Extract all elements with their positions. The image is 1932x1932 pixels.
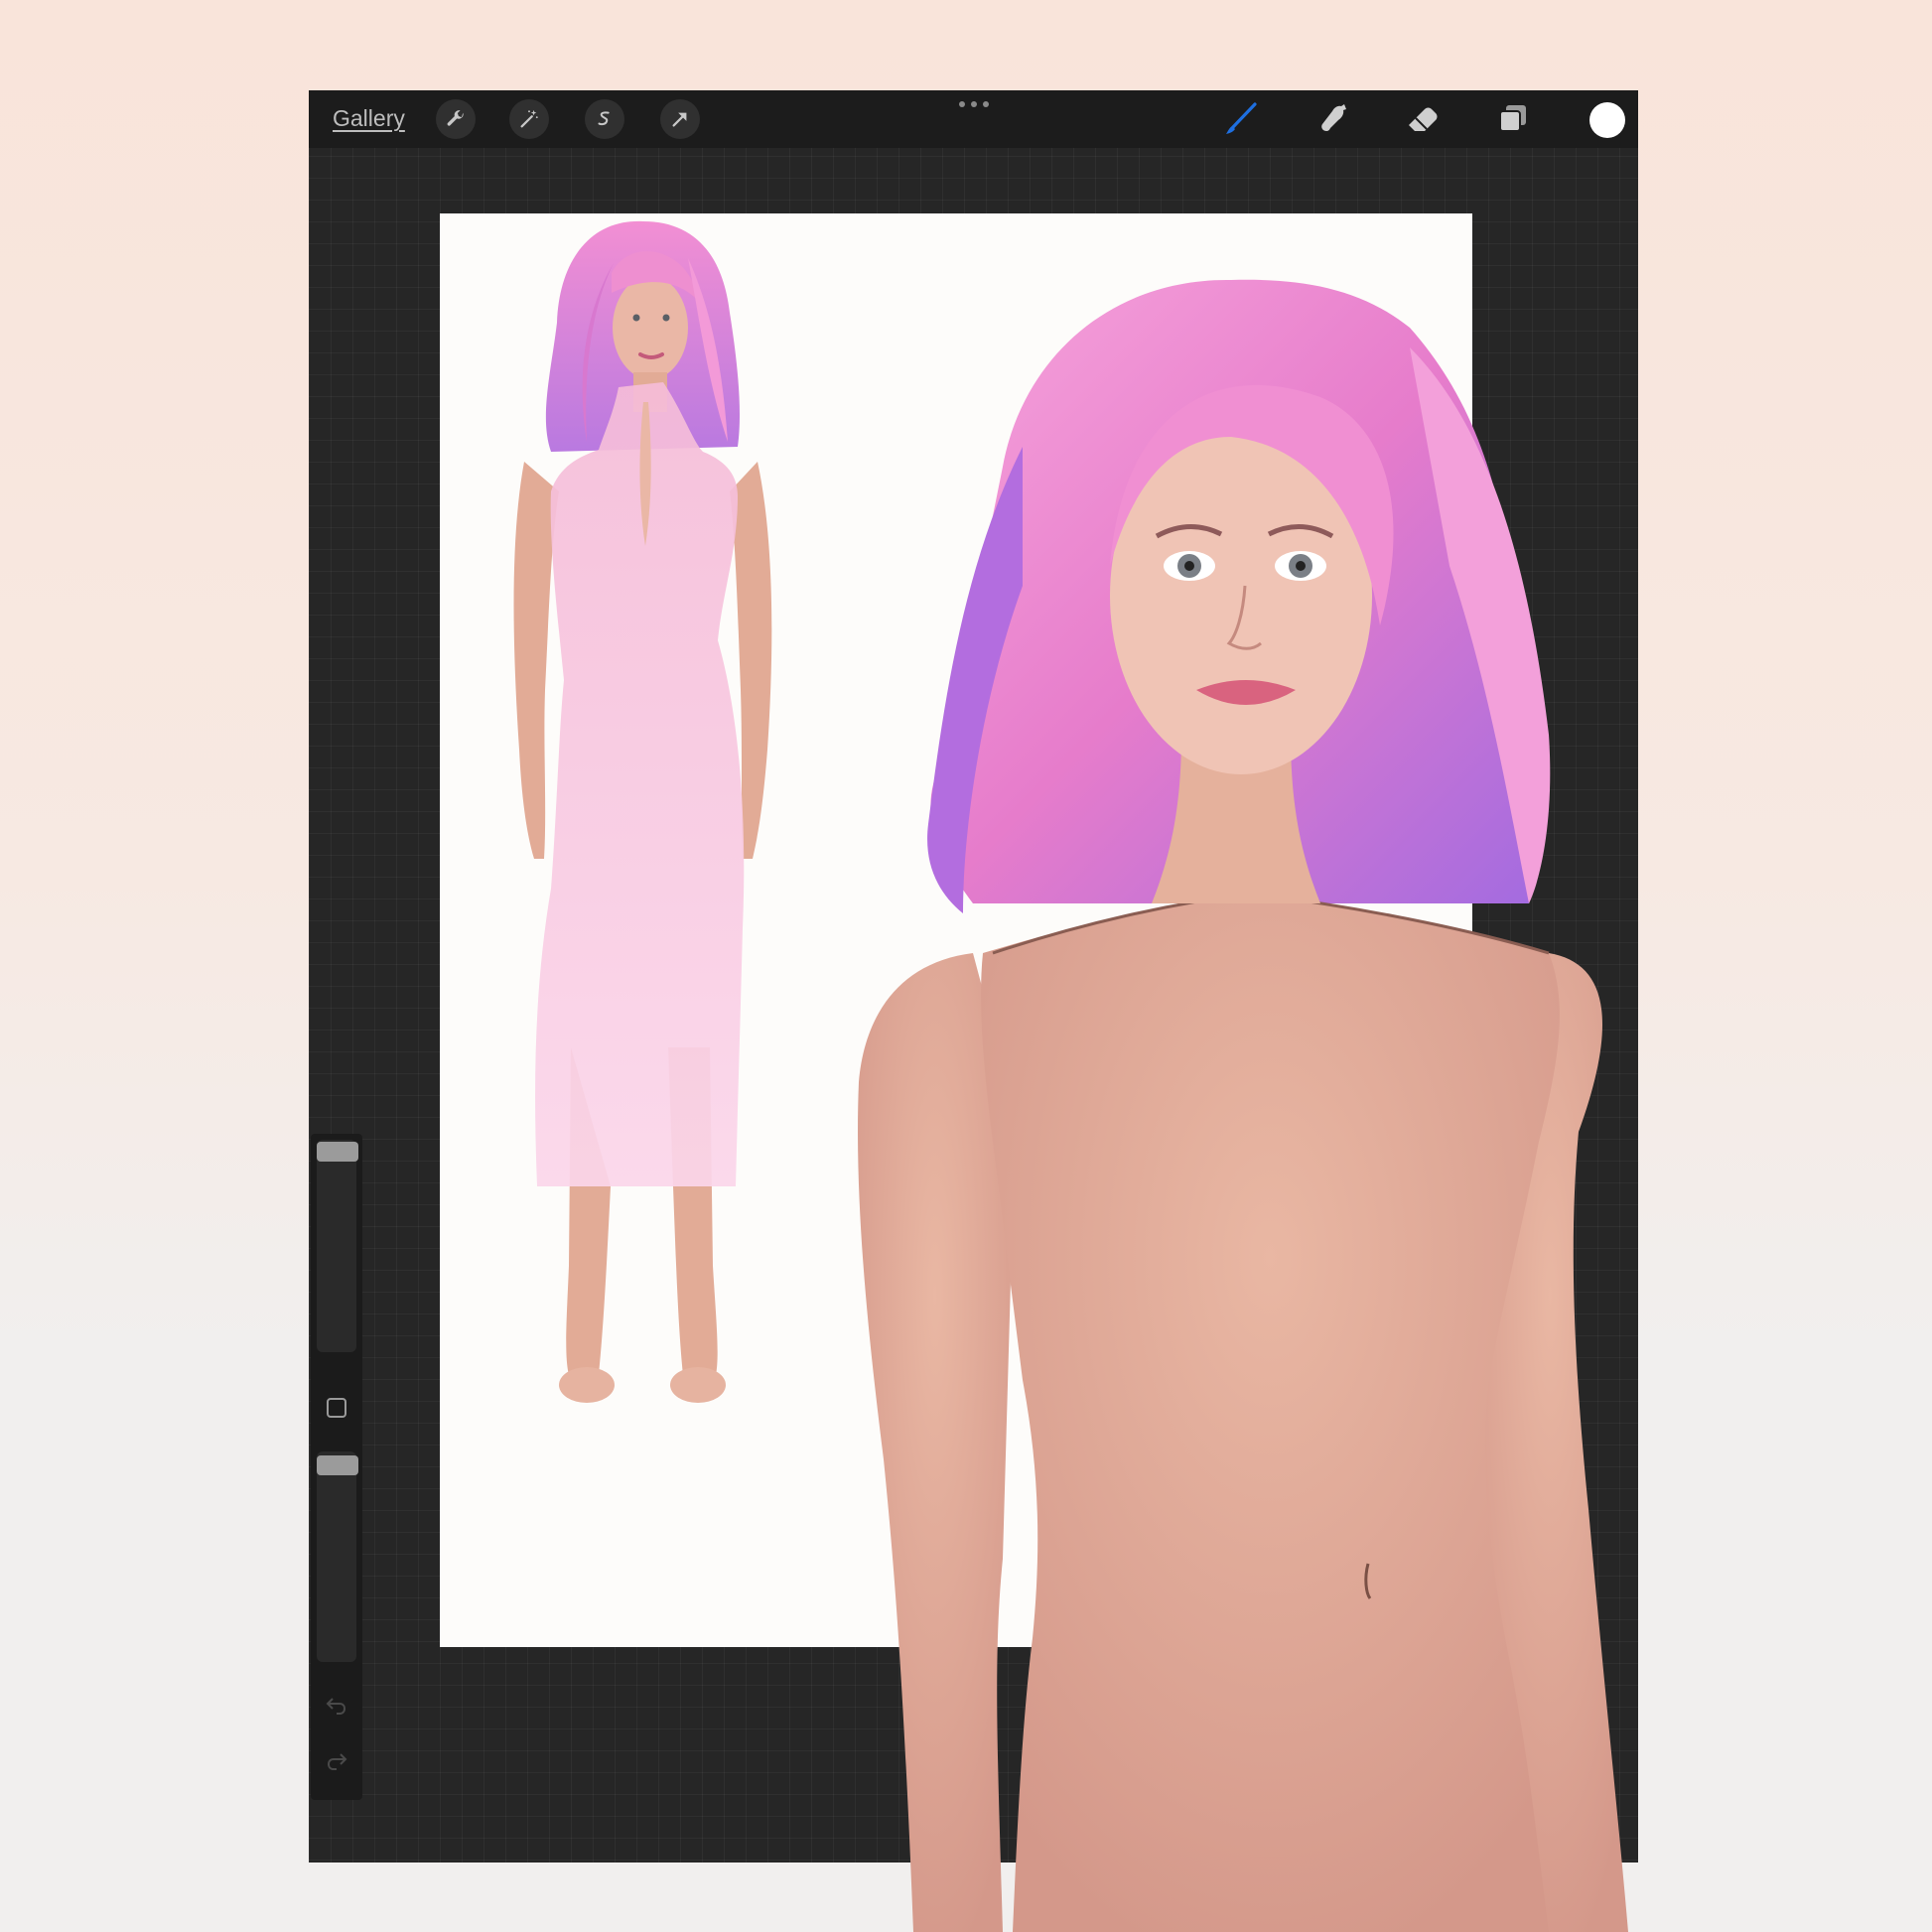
brush-size-slider[interactable] bbox=[317, 1140, 356, 1352]
actions-wrench-button[interactable] bbox=[436, 99, 476, 139]
top-toolbar: Gallery bbox=[309, 90, 1638, 148]
layers-button[interactable] bbox=[1494, 100, 1532, 138]
portrait-bust-illustration bbox=[858, 279, 1628, 1932]
adjustments-button[interactable] bbox=[509, 99, 549, 139]
opacity-slider-thumb[interactable] bbox=[317, 1455, 358, 1475]
brush-tool-button[interactable] bbox=[1222, 100, 1260, 138]
selection-icon bbox=[598, 111, 610, 126]
transform-button[interactable] bbox=[660, 99, 700, 139]
wrench-icon bbox=[447, 110, 464, 126]
eraser-tool-button[interactable] bbox=[1404, 100, 1442, 138]
eraser-icon bbox=[1409, 107, 1438, 131]
redo-button[interactable] bbox=[321, 1745, 352, 1777]
color-picker-swatch[interactable] bbox=[1589, 102, 1625, 138]
layers-icon bbox=[1499, 105, 1526, 132]
square-icon[interactable] bbox=[327, 1398, 346, 1418]
left-sidebar bbox=[311, 1134, 362, 1800]
brush-size-slider-thumb[interactable] bbox=[317, 1142, 358, 1162]
undo-button[interactable] bbox=[321, 1690, 352, 1722]
smudge-icon bbox=[1321, 104, 1346, 131]
smudge-tool-button[interactable] bbox=[1313, 100, 1351, 138]
undo-arrow-icon bbox=[326, 1698, 346, 1715]
magic-wand-icon bbox=[520, 109, 538, 128]
transform-arrow-icon bbox=[672, 112, 687, 127]
redo-arrow-icon bbox=[327, 1753, 347, 1770]
brush-icon bbox=[1226, 102, 1257, 134]
selection-button[interactable] bbox=[585, 99, 624, 139]
more-options-handle[interactable] bbox=[959, 101, 989, 109]
gallery-button[interactable]: Gallery bbox=[333, 105, 405, 132]
opacity-slider[interactable] bbox=[317, 1451, 356, 1662]
